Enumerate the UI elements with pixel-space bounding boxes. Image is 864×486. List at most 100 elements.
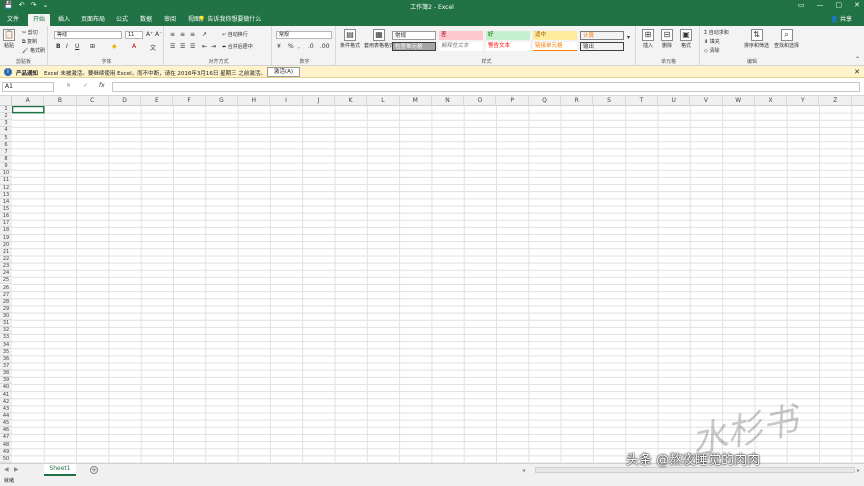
- row-header-17[interactable]: 17: [0, 220, 12, 228]
- orientation-icon[interactable]: ↗: [202, 31, 207, 38]
- row-header-6[interactable]: 6: [0, 141, 12, 149]
- cancel-icon[interactable]: ✕: [66, 82, 71, 89]
- style-explanatory[interactable]: 解释性文本: [439, 42, 483, 51]
- style-good[interactable]: 好: [486, 31, 530, 40]
- scroll-left-sheets-icon[interactable]: ◀: [4, 466, 9, 473]
- italic-icon[interactable]: I: [66, 43, 68, 50]
- font-size-combo[interactable]: 11: [125, 31, 143, 39]
- tab-home[interactable]: 开始: [28, 14, 50, 26]
- column-header-X[interactable]: X: [755, 96, 788, 106]
- column-header-M[interactable]: M: [400, 96, 432, 106]
- row-header-14[interactable]: 14: [0, 198, 12, 206]
- tab-file[interactable]: 文件: [3, 14, 23, 26]
- borders-icon[interactable]: ⊞: [90, 43, 95, 50]
- sheet-tab-sheet1[interactable]: Sheet1: [44, 464, 76, 476]
- row-header-48[interactable]: 48: [0, 441, 12, 449]
- row-header-32[interactable]: 32: [0, 327, 12, 335]
- row-header-50[interactable]: 50: [0, 455, 12, 463]
- font-name-combo[interactable]: 等线: [54, 31, 122, 39]
- align-left-icon[interactable]: ☰: [170, 43, 175, 50]
- row-header-19[interactable]: 19: [0, 234, 12, 242]
- tab-review[interactable]: 审阅: [160, 14, 180, 26]
- style-linked-cell[interactable]: 链接单元格: [533, 42, 577, 51]
- row-header-12[interactable]: 12: [0, 184, 12, 192]
- activate-button[interactable]: 激活(A): [267, 67, 300, 77]
- add-sheet-icon[interactable]: +: [90, 466, 98, 474]
- column-header-C[interactable]: C: [77, 96, 109, 106]
- row-header-44[interactable]: 44: [0, 413, 12, 421]
- select-all-corner[interactable]: [0, 96, 12, 106]
- row-header-4[interactable]: 4: [0, 127, 12, 135]
- row-header-8[interactable]: 8: [0, 155, 12, 164]
- close-icon[interactable]: ✕: [854, 1, 860, 9]
- column-header-K[interactable]: K: [335, 96, 368, 106]
- format-cells-button[interactable]: ▣ 格式: [680, 29, 692, 49]
- collapse-ribbon-icon[interactable]: ⌃: [855, 56, 860, 63]
- format-as-table-button[interactable]: ▦ 套用表格格式: [364, 29, 394, 49]
- row-header-45[interactable]: 45: [0, 420, 12, 428]
- comma-icon[interactable]: ,: [298, 43, 300, 50]
- column-header-J[interactable]: J: [303, 96, 335, 106]
- bold-icon[interactable]: B: [56, 43, 61, 50]
- find-select-button[interactable]: ⌕ 查找和选择: [774, 29, 799, 49]
- insert-function-icon[interactable]: fx: [99, 82, 105, 89]
- format-painter-button[interactable]: 🖌 格式刷: [22, 47, 45, 54]
- decrease-decimal-icon[interactable]: .00: [320, 43, 330, 50]
- column-header-I[interactable]: I: [270, 96, 303, 106]
- style-normal[interactable]: 常规: [392, 31, 436, 40]
- font-color-icon[interactable]: A: [132, 43, 136, 50]
- row-header-16[interactable]: 16: [0, 213, 12, 221]
- style-bad[interactable]: 差: [439, 31, 483, 40]
- scroll-right-sheets-icon[interactable]: ▶: [14, 466, 19, 473]
- clear-button[interactable]: ◇ 清除: [704, 47, 719, 54]
- grow-font-icon[interactable]: A⁺: [146, 31, 153, 38]
- row-header-9[interactable]: 9: [0, 163, 12, 171]
- tab-data[interactable]: 数据: [136, 14, 156, 26]
- column-header-B[interactable]: B: [44, 96, 77, 106]
- cut-button[interactable]: ✂ 剪切: [22, 29, 38, 36]
- row-header-11[interactable]: 11: [0, 177, 12, 185]
- row-header-3[interactable]: 3: [0, 120, 12, 128]
- row-header-26[interactable]: 26: [0, 284, 12, 292]
- column-header-P[interactable]: P: [497, 96, 529, 106]
- ribbon-display-icon[interactable]: ▭: [798, 1, 805, 9]
- row-header-47[interactable]: 47: [0, 434, 12, 442]
- row-header-33[interactable]: 33: [0, 334, 12, 342]
- row-header-31[interactable]: 31: [0, 320, 12, 328]
- row-header-13[interactable]: 13: [0, 191, 12, 199]
- column-header-U[interactable]: U: [658, 96, 691, 106]
- align-bottom-icon[interactable]: ≡: [190, 31, 195, 38]
- share-button[interactable]: 👤 共享: [831, 14, 852, 25]
- row-header-25[interactable]: 25: [0, 277, 12, 285]
- row-header-49[interactable]: 49: [0, 448, 12, 456]
- align-center-icon[interactable]: ☰: [180, 43, 185, 50]
- fill-button[interactable]: ⬇ 填充: [704, 38, 720, 45]
- column-header-Y[interactable]: Y: [787, 96, 820, 106]
- style-warning[interactable]: 警告文本: [486, 42, 530, 51]
- tab-formulas[interactable]: 公式: [112, 14, 132, 26]
- row-header-39[interactable]: 39: [0, 377, 12, 385]
- row-header-21[interactable]: 21: [0, 248, 12, 256]
- row-header-34[interactable]: 34: [0, 341, 12, 349]
- row-header-20[interactable]: 20: [0, 241, 12, 249]
- column-header-Q[interactable]: Q: [529, 96, 562, 106]
- row-header-1[interactable]: 1: [0, 106, 12, 114]
- formula-input[interactable]: [112, 82, 860, 92]
- close-notification-icon[interactable]: ✕: [854, 68, 860, 76]
- column-header-R[interactable]: R: [561, 96, 594, 106]
- column-header-Z[interactable]: Z: [820, 96, 852, 106]
- row-header-36[interactable]: 36: [0, 355, 12, 364]
- sort-filter-button[interactable]: ⇅ 排序和筛选: [744, 29, 769, 49]
- column-header-D[interactable]: D: [109, 96, 142, 106]
- underline-icon[interactable]: U: [75, 43, 79, 50]
- row-header-27[interactable]: 27: [0, 291, 12, 299]
- tell-me-box[interactable]: 💡 告诉我你想要做什么: [198, 14, 261, 26]
- minimize-icon[interactable]: —: [817, 1, 824, 9]
- column-header-O[interactable]: O: [464, 96, 497, 106]
- row-header-37[interactable]: 37: [0, 363, 12, 371]
- copy-button[interactable]: ⧉ 复制: [22, 38, 37, 45]
- column-header-H[interactable]: H: [238, 96, 271, 106]
- column-header-F[interactable]: F: [174, 96, 206, 106]
- tab-insert[interactable]: 插入: [54, 14, 74, 26]
- row-header-42[interactable]: 42: [0, 398, 12, 406]
